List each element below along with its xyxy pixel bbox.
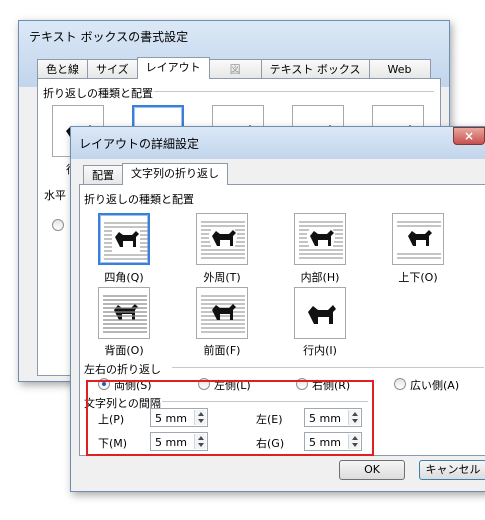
back-dialog-title: テキスト ボックスの書式設定 — [29, 30, 189, 44]
back-tab-picture[interactable]: 図 — [208, 59, 262, 79]
wrap-behind-button[interactable] — [98, 287, 150, 339]
back-radio[interactable] — [52, 219, 64, 231]
back-tab-colors[interactable]: 色と線 — [37, 59, 88, 79]
lr-largest-label: 広い側(A) — [410, 379, 460, 392]
in-front-of-text-icon — [201, 295, 245, 333]
wrap-through-button[interactable] — [294, 213, 346, 265]
back-tab-layout[interactable]: レイアウト — [136, 57, 210, 79]
lr-wrap-section-label: 左右の折り返し — [84, 363, 161, 376]
wrap-front-button[interactable] — [196, 287, 248, 339]
wrap-section-label: 折り返しの種類と配置 — [84, 193, 194, 206]
wrap-top-bottom-label: 上下(O) — [398, 271, 438, 284]
tight-wrap-icon — [201, 221, 245, 259]
wrap-inline-button[interactable] — [294, 287, 346, 339]
wrap-square-button[interactable] — [98, 213, 150, 265]
lr-section-divider — [172, 367, 484, 368]
highlight-box — [86, 380, 374, 456]
close-button[interactable]: × — [453, 127, 485, 145]
top-bottom-wrap-icon — [397, 221, 441, 259]
wrap-tight-button[interactable] — [196, 213, 248, 265]
inline-with-text-icon — [308, 305, 336, 324]
close-icon: × — [463, 129, 475, 143]
back-section-divider — [154, 91, 434, 92]
back-tab-textbox[interactable]: テキスト ボックス — [260, 59, 370, 79]
back-horizontal-label: 水平 — [44, 189, 66, 202]
wrap-behind-label: 背面(O) — [104, 344, 144, 357]
wrap-through-label: 内部(H) — [300, 271, 340, 284]
wrap-front-label: 前面(F) — [203, 344, 241, 357]
behind-text-icon — [103, 295, 147, 333]
lr-largest-radio[interactable] — [394, 378, 406, 390]
dialog-title: レイアウトの詳細設定 — [79, 137, 200, 151]
back-tab-web[interactable]: Web — [368, 59, 431, 79]
wrap-top-bottom-button[interactable] — [392, 213, 444, 265]
cancel-button[interactable]: キャンセル — [419, 460, 485, 480]
back-tab-size[interactable]: サイズ — [87, 59, 138, 79]
ok-button[interactable]: OK — [339, 460, 405, 480]
dialog-tabs: 配置 文字列の折り返し — [83, 163, 228, 185]
through-wrap-icon — [299, 221, 343, 259]
tab-position[interactable]: 配置 — [83, 165, 123, 185]
tab-text-wrapping[interactable]: 文字列の折り返し — [122, 163, 228, 185]
back-dialog-tabs: 色と線 サイズ レイアウト 図 テキスト ボックス Web — [37, 57, 431, 79]
wrap-square-label: 四角(Q) — [104, 271, 144, 284]
wrap-tight-label: 外周(T) — [203, 271, 241, 284]
wrap-inline-label: 行内(I) — [303, 344, 337, 357]
back-wrap-section-label: 折り返しの種類と配置 — [43, 87, 153, 100]
square-wrap-icon — [104, 222, 148, 260]
